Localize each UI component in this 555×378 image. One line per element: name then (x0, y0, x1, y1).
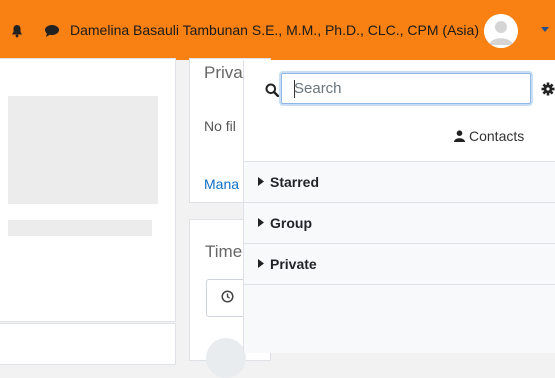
section-private[interactable]: Private (244, 244, 555, 285)
top-navbar: Damelina Basauli Tambunan S.E., M.M., Ph… (0, 0, 555, 60)
caret-right-icon (258, 218, 264, 227)
manage-files-link[interactable]: Mana (204, 176, 239, 192)
section-label: Group (270, 215, 312, 231)
default-user-icon (484, 14, 518, 48)
text-cursor (294, 80, 295, 98)
message-drawer: Contacts Starred Group Private (243, 60, 555, 353)
section-starred[interactable]: Starred (244, 162, 555, 203)
private-files-title: Priva (204, 63, 243, 82)
gear-icon[interactable] (541, 82, 555, 96)
avatar[interactable] (484, 14, 518, 48)
chat-icon[interactable] (44, 24, 60, 38)
section-group[interactable]: Group (244, 203, 555, 244)
user-icon (454, 130, 465, 142)
search-input[interactable] (281, 73, 531, 104)
caret-right-icon (258, 177, 264, 186)
avatar-placeholder (206, 338, 246, 378)
caret-right-icon (258, 259, 264, 268)
clock-icon (221, 290, 234, 303)
left-block-card-2 (0, 323, 176, 365)
timeline-title: Time (205, 242, 243, 261)
user-name[interactable]: Damelina Basauli Tambunan S.E., M.M., Ph… (70, 22, 479, 38)
text-placeholder (8, 220, 152, 236)
bell-icon[interactable] (10, 24, 24, 38)
contacts-link[interactable]: Contacts (454, 128, 524, 144)
search-icon (265, 83, 279, 97)
caret-down-icon[interactable] (541, 27, 549, 33)
image-placeholder (8, 96, 158, 204)
section-label: Starred (270, 174, 320, 190)
no-files-text: No fil (204, 118, 236, 134)
section-label: Private (270, 256, 317, 272)
drawer-header: Contacts (244, 60, 555, 162)
contacts-label: Contacts (469, 128, 525, 144)
